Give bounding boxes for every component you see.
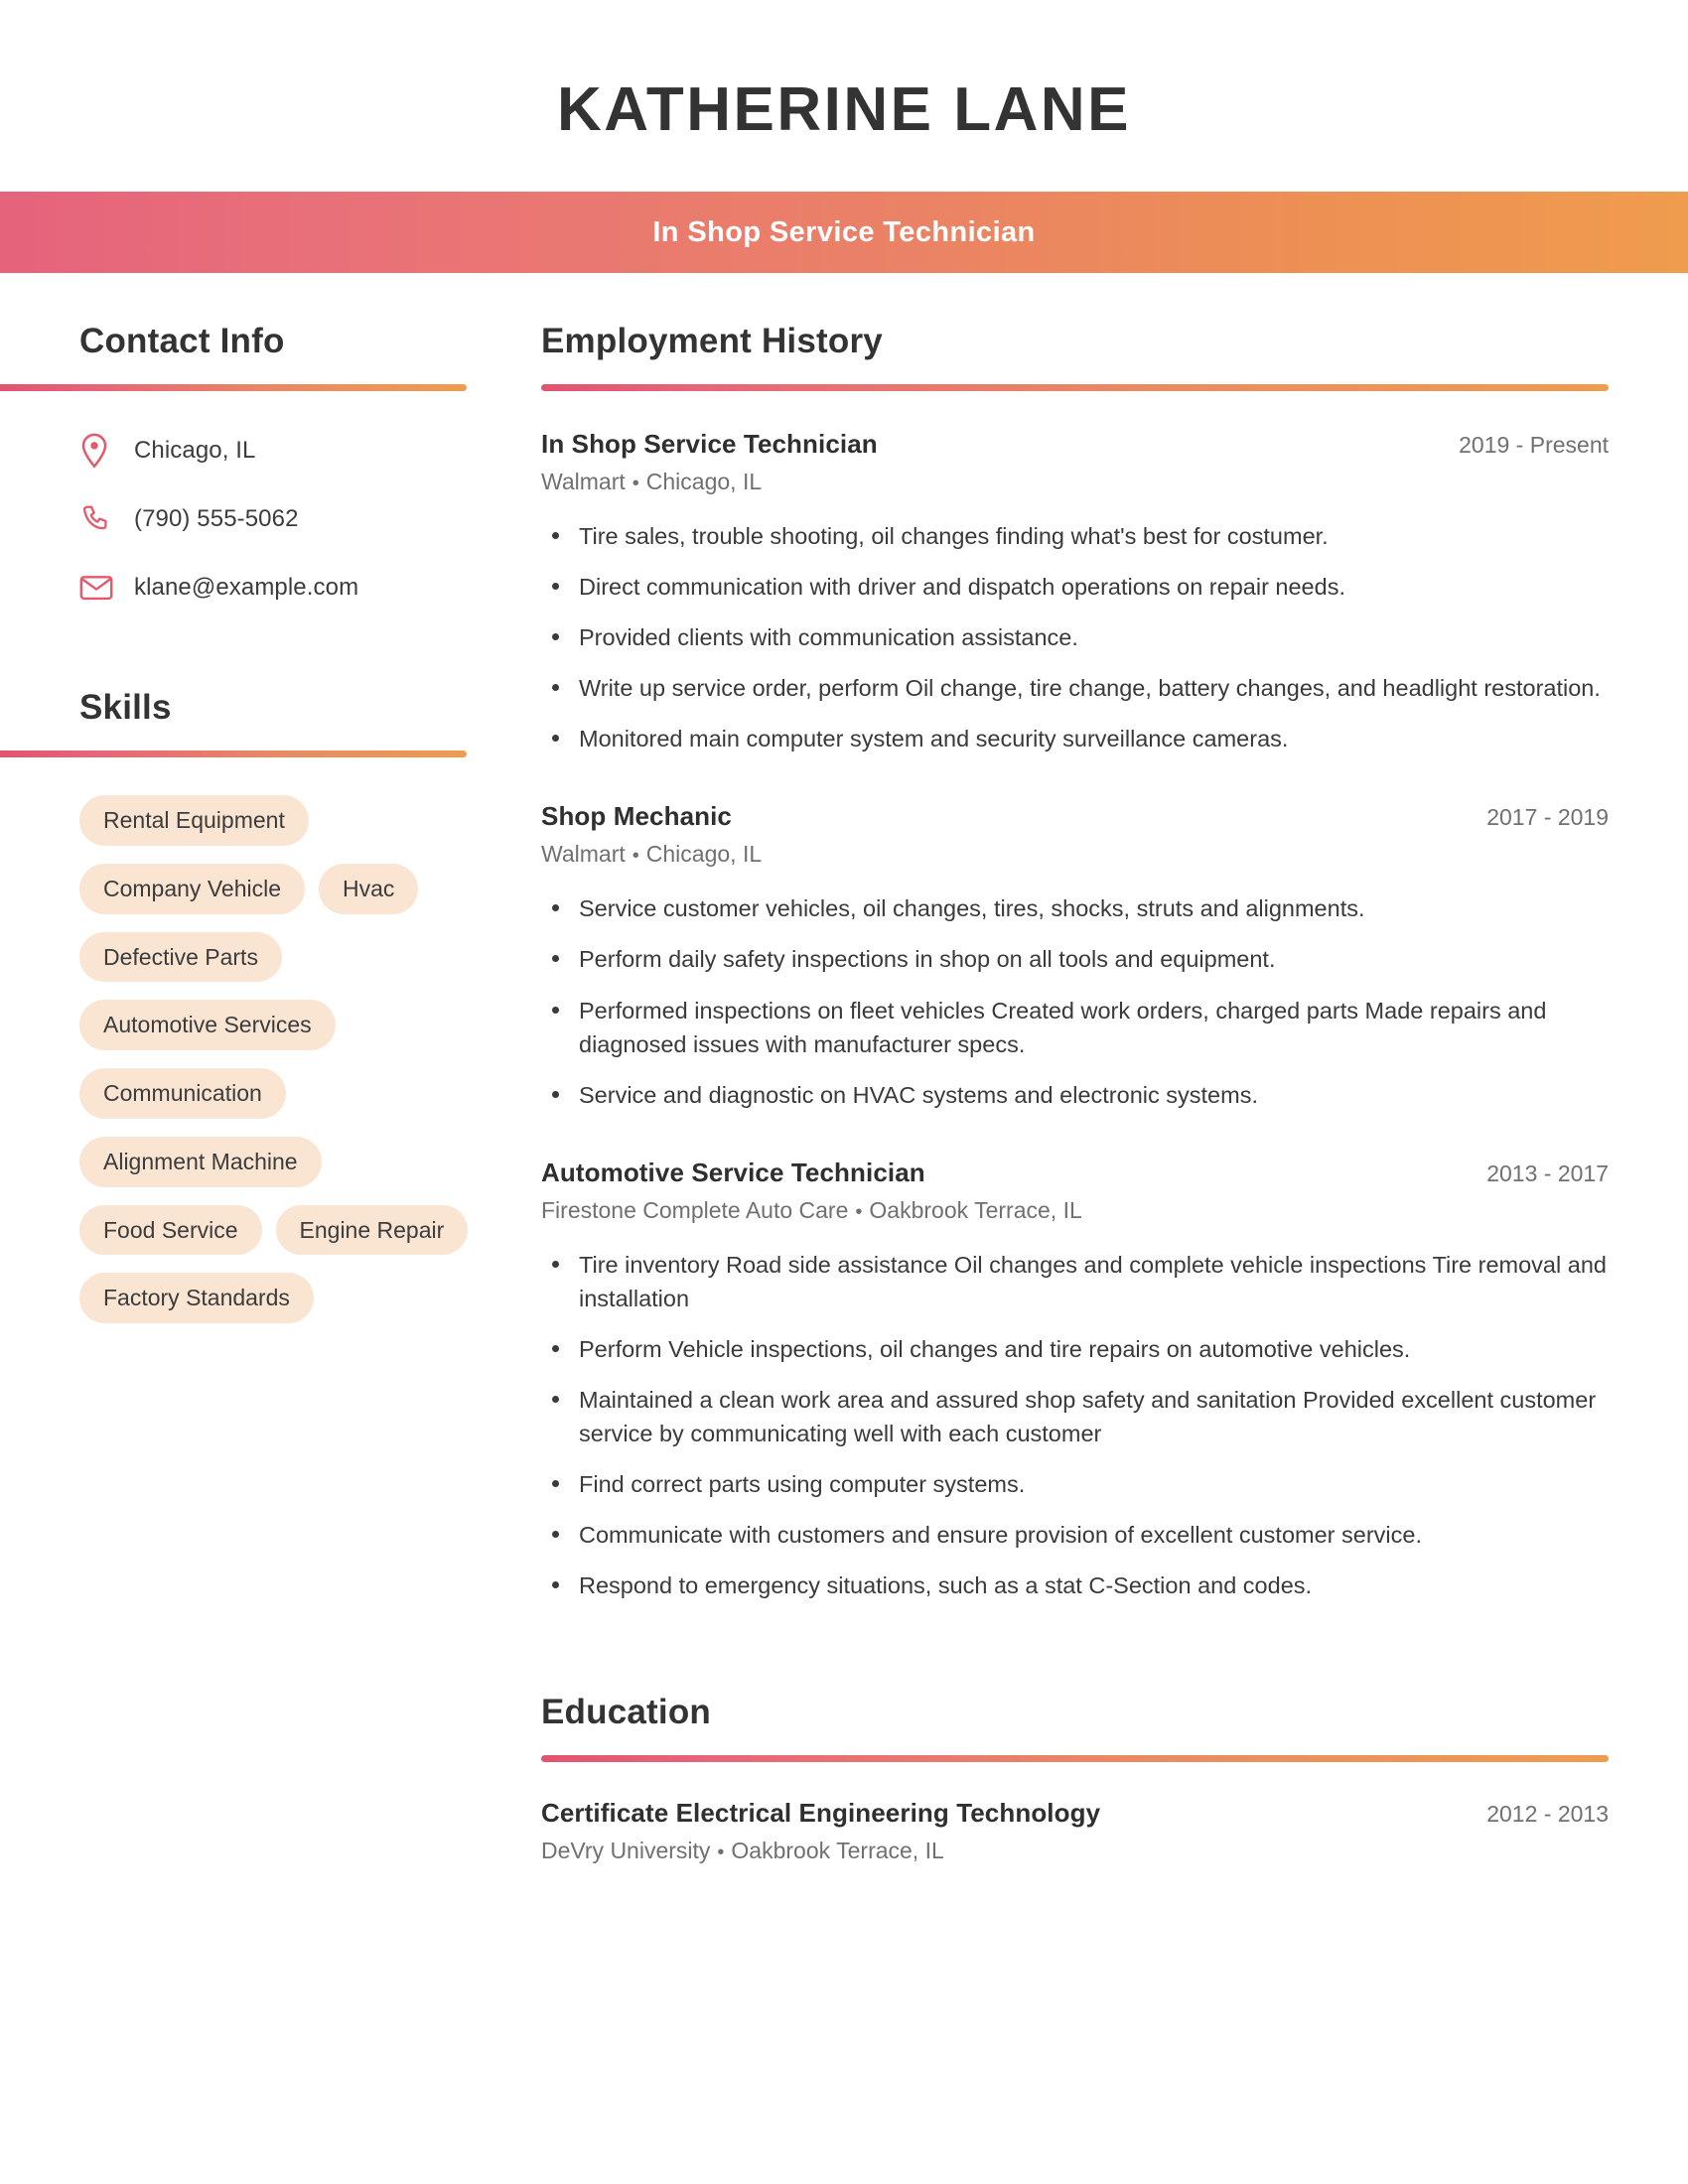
entry-bullet: Perform daily safety inspections in shop… <box>541 942 1609 976</box>
skills-heading: Skills <box>79 688 172 728</box>
skill-pill: Communication <box>79 1068 286 1119</box>
separator-dot: • <box>717 1842 725 1864</box>
contact-info-heading: Contact Info <box>79 322 285 361</box>
entry-location: Oakbrook Terrace, IL <box>731 1838 944 1864</box>
skill-pill: Alignment Machine <box>79 1136 322 1187</box>
contact-info-section: Contact Info Chicago, IL (790) 555-5062 … <box>0 321 541 610</box>
entry-degree-title: Certificate Electrical Engineering Techn… <box>541 1798 1101 1829</box>
entry-bullet: Perform Vehicle inspections, oil changes… <box>541 1332 1609 1366</box>
entry-company-location: Walmart • Chicago, IL <box>541 469 1609 495</box>
contact-info-divider <box>0 384 467 392</box>
entry-header: Certificate Electrical Engineering Techn… <box>541 1798 1609 1829</box>
entry-bullet: Provided clients with communication assi… <box>541 620 1609 654</box>
entry-header: Shop Mechanic 2017 - 2019 <box>541 801 1609 832</box>
skill-pill: Factory Standards <box>79 1273 314 1324</box>
employment-entry-list: In Shop Service Technician 2019 - Present… <box>541 429 1609 1602</box>
entry-bullet-list: Tire inventory Road side assistance Oil … <box>541 1248 1609 1603</box>
entry-company-location: Firestone Complete Auto Care • Oakbrook Te… <box>541 1197 1609 1224</box>
employment-entry: Automotive Service Technician 2013 - 2017… <box>541 1158 1609 1603</box>
skill-pill: Automotive Services <box>79 1000 336 1051</box>
entry-job-title: Automotive Service Technician <box>541 1157 925 1187</box>
entry-job-title: Shop Mechanic <box>541 801 732 832</box>
location-pin-icon <box>79 433 121 469</box>
entry-job-title: In Shop Service Technician <box>541 429 878 460</box>
education-section: Education Certificate Electrical Enginee… <box>541 1692 1609 1864</box>
employment-entry: In Shop Service Technician 2019 - Present… <box>541 429 1609 755</box>
sidebar: Contact Info Chicago, IL (790) 555-5062 … <box>0 321 541 1324</box>
skill-pill: Company Vehicle <box>79 863 305 914</box>
main-column: Employment History In Shop Service Techn… <box>541 321 1688 1864</box>
contact-item-location[interactable]: Chicago, IL <box>79 429 541 473</box>
entry-bullet: Performed inspections on fleet vehicles … <box>541 994 1609 1061</box>
entry-school: DeVry University <box>541 1838 711 1864</box>
phone-icon <box>79 503 121 535</box>
employment-history-heading: Employment History <box>541 322 883 361</box>
skill-pill: Food Service <box>79 1204 262 1256</box>
skills-section: Skills Rental Equipment Company Vehicle Hv… <box>0 687 541 1324</box>
education-entry-list: Certificate Electrical Engineering Techn… <box>541 1798 1609 1864</box>
employment-entry: Shop Mechanic 2017 - 2019 Walmart • Chicago,… <box>541 801 1609 1111</box>
separator-dot: • <box>632 473 639 495</box>
entry-dates: 2017 - 2019 <box>1486 804 1609 831</box>
entry-dates: 2012 - 2013 <box>1486 1801 1609 1828</box>
entry-dates: 2019 - Present <box>1459 432 1609 459</box>
separator-dot: • <box>855 1200 863 1223</box>
skill-pill: Hvac <box>319 863 419 914</box>
entry-location: Chicago, IL <box>645 841 763 868</box>
contact-email-text: klane@example.com <box>134 574 359 602</box>
entry-company: Walmart <box>541 469 626 495</box>
contact-phone-text: (790) 555-5062 <box>134 505 299 533</box>
skill-pill: Engine Repair <box>275 1204 469 1256</box>
entry-location: Chicago, IL <box>645 469 763 495</box>
skill-pill: Defective Parts <box>79 931 282 983</box>
page-title: KATHERINE LANE <box>556 75 1132 144</box>
entry-bullet: Respond to emergency situations, such as… <box>541 1569 1609 1602</box>
contact-list: Chicago, IL (790) 555-5062 klane@example… <box>0 429 541 610</box>
entry-dates: 2013 - 2017 <box>1486 1160 1609 1186</box>
entry-company: Firestone Complete Auto Care <box>541 1196 849 1223</box>
entry-location: Oakbrook Terrace, IL <box>869 1196 1082 1223</box>
entry-header: In Shop Service Technician 2019 - Present <box>541 429 1609 460</box>
separator-dot: • <box>632 845 639 868</box>
entry-bullet: Tire sales, trouble shooting, oil change… <box>541 519 1609 553</box>
resume-header: KATHERINE LANE <box>0 0 1688 193</box>
education-entry: Certificate Electrical Engineering Techn… <box>541 1798 1609 1864</box>
employment-history-divider <box>541 384 1609 392</box>
entry-header: Automotive Service Technician 2013 - 2017 <box>541 1158 1609 1188</box>
candidate-job-title: In Shop Service Technician <box>652 215 1036 248</box>
skills-divider <box>0 751 467 758</box>
entry-bullet: Tire inventory Road side assistance Oil … <box>541 1248 1609 1315</box>
entry-bullet-list: Tire sales, trouble shooting, oil change… <box>541 519 1609 755</box>
entry-school-location: DeVry University • Oakbrook Terrace, IL <box>541 1838 1609 1864</box>
employment-history-section: Employment History In Shop Service Techn… <box>541 321 1609 1602</box>
entry-bullet: Service and diagnostic on HVAC systems a… <box>541 1078 1609 1112</box>
entry-bullet-list: Service customer vehicles, oil changes, … <box>541 891 1609 1111</box>
contact-item-phone[interactable]: (790) 555-5062 <box>79 497 541 541</box>
entry-bullet: Communicate with customers and ensure pr… <box>541 1518 1609 1552</box>
entry-bullet: Service customer vehicles, oil changes, … <box>541 891 1609 925</box>
entry-bullet: Write up service order, perform Oil chan… <box>541 671 1609 705</box>
email-icon <box>79 574 121 602</box>
entry-company: Walmart <box>541 841 626 868</box>
contact-item-email[interactable]: klane@example.com <box>79 566 541 610</box>
resume-body: Contact Info Chicago, IL (790) 555-5062 … <box>0 273 1688 1864</box>
education-divider <box>541 1755 1609 1763</box>
education-heading: Education <box>541 1693 711 1732</box>
skill-pill: Rental Equipment <box>79 795 309 846</box>
entry-bullet: Monitored main computer system and secur… <box>541 722 1609 755</box>
contact-location-text: Chicago, IL <box>134 437 256 465</box>
entry-bullet: Direct communication with driver and dis… <box>541 570 1609 604</box>
skills-pill-list: Rental Equipment Company Vehicle Hvac Defec… <box>0 795 541 1324</box>
entry-bullet: Maintained a clean work area and assured… <box>541 1383 1609 1450</box>
entry-company-location: Walmart • Chicago, IL <box>541 841 1609 868</box>
entry-bullet: Find correct parts using computer system… <box>541 1467 1609 1501</box>
job-title-band: In Shop Service Technician <box>0 192 1688 274</box>
